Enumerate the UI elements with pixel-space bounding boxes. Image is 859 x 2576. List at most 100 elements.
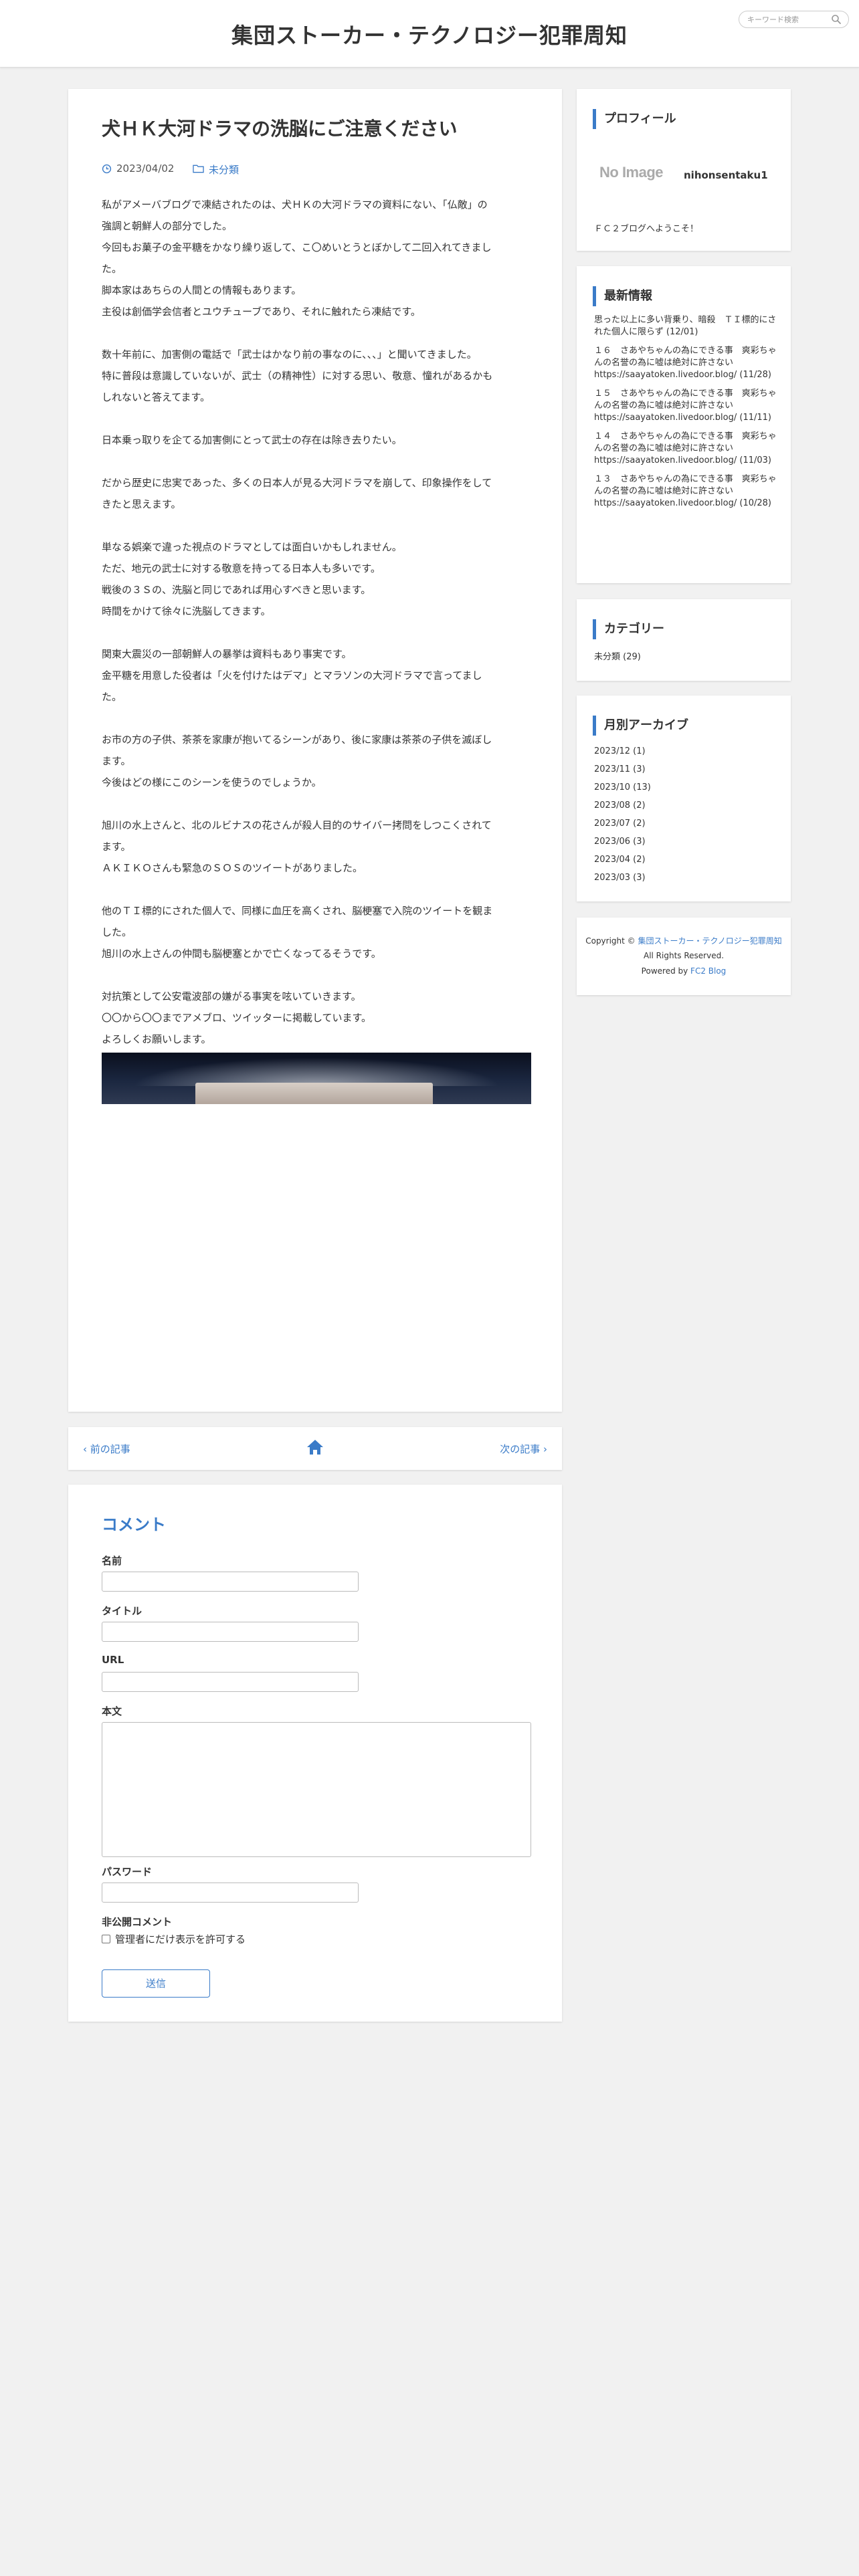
name-field[interactable] [102, 1572, 359, 1592]
recent-item[interactable]: １４ さあやちゃんの為にできる事 爽彩ちゃんの名誉の為に嘘は絶対に許さないhtt… [594, 431, 781, 467]
article-line: 強調と朝鮮人の部分でした。 [102, 220, 233, 232]
archive-widget: 月別アーカイブ 2023/12 (1) 2023/11 (3) 2023/10 … [577, 695, 791, 901]
copyright-prefix: Copyright © [585, 936, 638, 946]
article-image [102, 1053, 531, 1104]
category-item[interactable]: 未分類 (29) [594, 649, 641, 662]
article-line: 旭川の水上さんと、北のルビナスの花さんが殺人目的のサイバー拷問をしつこくされて [102, 819, 492, 831]
private-comment-label: 非公開コメント [102, 1916, 173, 1928]
recent-list: 思った以上に多い背乗り、暗殺 ＴＩ標的にされた個人に限らず (12/01) １６… [594, 314, 781, 516]
profile-widget: プロフィール No Image nihonsentaku1 ＦＣ２ブログへようこ… [577, 89, 791, 251]
title-field[interactable] [102, 1622, 359, 1642]
recent-title: 最新情報 [593, 286, 652, 306]
password-field[interactable] [102, 1883, 359, 1903]
article-line: 時間をかけて徐々に洗脳してきます。 [102, 605, 271, 617]
password-label: パスワード [102, 1866, 153, 1878]
footer-copyright: Copyright © 集団ストーカー・テクノロジー犯罪周知 [577, 935, 791, 946]
site-header: 集団ストーカー・テクノロジー犯罪周知 [0, 0, 859, 68]
article-paragraph: お市の方の子供、茶茶を家康が抱いてるシーンがあり、後に家康は茶茶の子供を滅ぼしま… [102, 729, 531, 793]
next-post-label: 次の記事 [500, 1443, 541, 1455]
footer-rights: All Rights Reserved. [643, 951, 725, 960]
private-checkbox[interactable] [102, 1935, 110, 1943]
prev-post-label: 前の記事 [90, 1443, 130, 1455]
recent-item[interactable]: １６ さあやちゃんの為にできる事 爽彩ちゃんの名誉の為に嘘は絶対に許さないhtt… [594, 345, 781, 381]
article-line: 私がアメーバブログで凍結されたのは、犬ＨＫの大河ドラマの資料にない、「仏敵」の [102, 199, 488, 211]
archive-item[interactable]: 2023/07 (2) [594, 815, 651, 833]
footer-site-link[interactable]: 集団ストーカー・テクノロジー犯罪周知 [638, 936, 781, 946]
name-label: 名前 [102, 1555, 122, 1567]
article-category-link[interactable]: 未分類 [209, 163, 239, 177]
article-paragraph: 旭川の水上さんと、北のルビナスの花さんが殺人目的のサイバー拷問をしつこくされてま… [102, 815, 531, 879]
article-card: 犬ＨＫ大河ドラマの洗脳にご注意ください 2023/04/02 未分類 私がアメー… [68, 89, 562, 1412]
article-line: しれないと答えてます。 [102, 391, 211, 403]
next-post-link[interactable]: 次の記事 › [500, 1442, 547, 1456]
article-line: た。 [102, 691, 122, 703]
profile-name: nihonsentaku1 [684, 169, 768, 181]
recent-item[interactable]: １５ さあやちゃんの為にできる事 爽彩ちゃんの名誉の為に嘘は絶対に許さないhtt… [594, 388, 781, 424]
article-paragraph: 私がアメーバブログで凍結されたのは、犬ＨＫの大河ドラマの資料にない、「仏敵」の強… [102, 194, 531, 322]
recent-item[interactable]: 思った以上に多い背乗り、暗殺 ＴＩ標的にされた個人に限らず (12/01) [594, 314, 781, 338]
private-checkbox-label[interactable]: 管理者にだけ表示を許可する [115, 1932, 246, 1946]
article-line: した。 [102, 926, 132, 938]
article-line: 単なる娯楽で違った視点のドラマとしては面白いかもしれません。 [102, 541, 402, 553]
article-line: 〇〇から〇〇までアメブロ、ツイッターに掲載しています。 [102, 1012, 372, 1024]
comment-form-card: コメント 名前 タイトル URL 本文 パスワード 非公開コメント 管理者にだけ… [68, 1485, 562, 2022]
article-line: 金平糖を用意した役者は「火を付けたはデマ」とマラソンの大河ドラマで言ってまし [102, 669, 482, 681]
article-line: 関東大震災の一部朝鮮人の暴挙は資料もあり事実です。 [102, 648, 352, 660]
article-paragraph: だから歴史に忠実であった、多くの日本人が見る大河ドラマを崩して、印象操作をしてき… [102, 472, 531, 515]
comment-heading: コメント [102, 1515, 166, 1534]
archive-list: 2023/12 (1) 2023/11 (3) 2023/10 (13) 202… [594, 742, 651, 887]
article-line: 旭川の水上さんの仲間も脳梗塞とかで亡くなってるそうです。 [102, 948, 381, 960]
article-line: 特に普段は意識していないが、武士（の精神性）に対する思い、敬意、憧れがあるかも [102, 370, 493, 382]
archive-item[interactable]: 2023/06 (3) [594, 833, 651, 851]
article-line: 今後はどの様にこのシーンを使うのでしょうか。 [102, 776, 322, 788]
article-line: ます。 [102, 755, 131, 767]
archive-item[interactable]: 2023/03 (3) [594, 869, 651, 887]
article-body: 私がアメーバブログで凍結されたのは、犬ＨＫの大河ドラマの資料にない、「仏敵」の強… [102, 194, 531, 1071]
url-field[interactable] [102, 1672, 359, 1692]
search-input[interactable] [747, 13, 826, 25]
category-widget: カテゴリー 未分類 (29) [577, 599, 791, 681]
archive-item[interactable]: 2023/12 (1) [594, 742, 651, 760]
archive-item[interactable]: 2023/10 (13) [594, 778, 651, 796]
article-line: ます。 [102, 841, 131, 853]
article-line: だから歴史に忠実であった、多くの日本人が見る大河ドラマを崩して、印象操作をして [102, 477, 492, 489]
archive-item[interactable]: 2023/11 (3) [594, 760, 651, 778]
fc2-blog-link[interactable]: FC2 Blog [690, 966, 726, 976]
profile-text: ＦＣ２ブログへようこそ！ [594, 224, 699, 234]
article-line: 他のＴＩ標的にされた個人で、同様に血圧を高くされ、脳梗塞で入院のツイートを観ま [102, 905, 493, 917]
article-line: 今回もお菓子の金平糖をかなり繰り返して、こ〇めいとうとぼかして二回入れてきまし [102, 241, 492, 253]
submit-button[interactable]: 送信 [102, 1969, 210, 1998]
archive-item[interactable]: 2023/08 (2) [594, 796, 651, 815]
recent-posts-widget: 最新情報 思った以上に多い背乗り、暗殺 ＴＩ標的にされた個人に限らず (12/0… [577, 266, 791, 583]
article-paragraph: 対抗策として公安電波部の嫌がる事実を呟いていきます。 〇〇から〇〇までアメブロ、ツ… [102, 986, 531, 1050]
footer: Copyright © 集団ストーカー・テクノロジー犯罪周知 All Right… [577, 918, 791, 995]
article-paragraph: 他のＴＩ標的にされた個人で、同様に血圧を高くされ、脳梗塞で入院のツイートを観まし… [102, 900, 531, 964]
archive-title: 月別アーカイブ [593, 716, 688, 736]
prev-post-link[interactable]: ‹ 前の記事 [83, 1442, 130, 1456]
body-label: 本文 [102, 1705, 122, 1717]
archive-item[interactable]: 2023/04 (2) [594, 851, 651, 869]
article-line: 脚本家はあちらの人間との情報もあります。 [102, 284, 302, 296]
profile-title: プロフィール [593, 109, 676, 129]
article-line: 戦後の３Ｓの、洗脳と同じであれば用心すべきと思います。 [102, 584, 371, 596]
comment-body-textarea[interactable] [102, 1722, 531, 1857]
article-line: お市の方の子供、茶茶を家康が抱いてるシーンがあり、後に家康は茶茶の子供を滅ぼし [102, 734, 492, 746]
chevron-left-icon: ‹ [83, 1443, 90, 1455]
article-paragraph: 数十年前に、加害側の電話で「武士はかなり前の事なのに、、、」と聞いてきました。特… [102, 344, 531, 408]
recent-item[interactable]: １３ さあやちゃんの為にできる事 爽彩ちゃんの名誉の為に嘘は絶対に許さないhtt… [594, 473, 781, 510]
article-paragraph: 日本乗っ取りを企てる加害側にとって武士の存在は除き去りたい。 [102, 429, 531, 451]
search-box[interactable] [739, 11, 849, 28]
search-icon[interactable] [830, 13, 842, 25]
article-paragraph: 関東大震災の一部朝鮮人の暴挙は資料もあり事実です。金平糖を用意した役者は「火を付… [102, 643, 531, 708]
home-icon[interactable] [306, 1438, 324, 1456]
article-line: ＡＫＩＫＯさんも緊急のＳＯＳのツイートがありました。 [102, 862, 363, 874]
powered-prefix: Powered by [641, 966, 691, 976]
article-paragraph: 単なる娯楽で違った視点のドラマとしては面白いかもしれません。 ただ、地元の武士に対… [102, 536, 531, 622]
folder-icon [193, 165, 204, 173]
article-line: 日本乗っ取りを企てる加害側にとって武士の存在は除き去りたい。 [102, 434, 402, 446]
article-line: よろしくお願いします。 [102, 1033, 211, 1045]
site-title[interactable]: 集団ストーカー・テクノロジー犯罪周知 [0, 19, 859, 49]
article-line: きたと思えます。 [102, 498, 181, 510]
title-label: タイトル [102, 1605, 142, 1617]
profile-avatar-placeholder: No Image [599, 164, 664, 181]
